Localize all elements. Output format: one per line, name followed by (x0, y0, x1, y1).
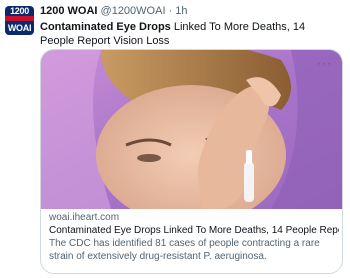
card-domain[interactable]: woai.iheart.com (49, 211, 339, 224)
tweet-header: 1200 WOAI @1200WOAI · 1h (40, 3, 188, 19)
avatar-top-text: 1200 (5, 6, 34, 16)
more-options-icon[interactable]: ··· (317, 56, 332, 70)
card-body: woai.iheart.com Contaminated Eye Drops L… (49, 211, 339, 263)
display-name[interactable]: 1200 WOAI (40, 5, 97, 17)
avatar[interactable]: 1200 WOAI (5, 6, 34, 35)
tweet-text: Contaminated Eye Drops Linked To More De… (40, 20, 340, 48)
timestamp[interactable]: 1h (175, 5, 187, 17)
link-card[interactable]: ··· woai.iheart.com Contaminated Eye Dro… (40, 49, 343, 274)
avatar-bottom-text: WOAI (5, 21, 34, 35)
separator: · (168, 5, 173, 17)
tweet-text-bold: Contaminated Eye Drops (40, 21, 171, 33)
card-title[interactable]: Contaminated Eye Drops Linked To More De… (49, 224, 339, 237)
handle[interactable]: @1200WOAI (101, 5, 166, 17)
card-description: The CDC has identified 81 cases of peopl… (49, 238, 320, 262)
card-image[interactable] (41, 50, 343, 209)
